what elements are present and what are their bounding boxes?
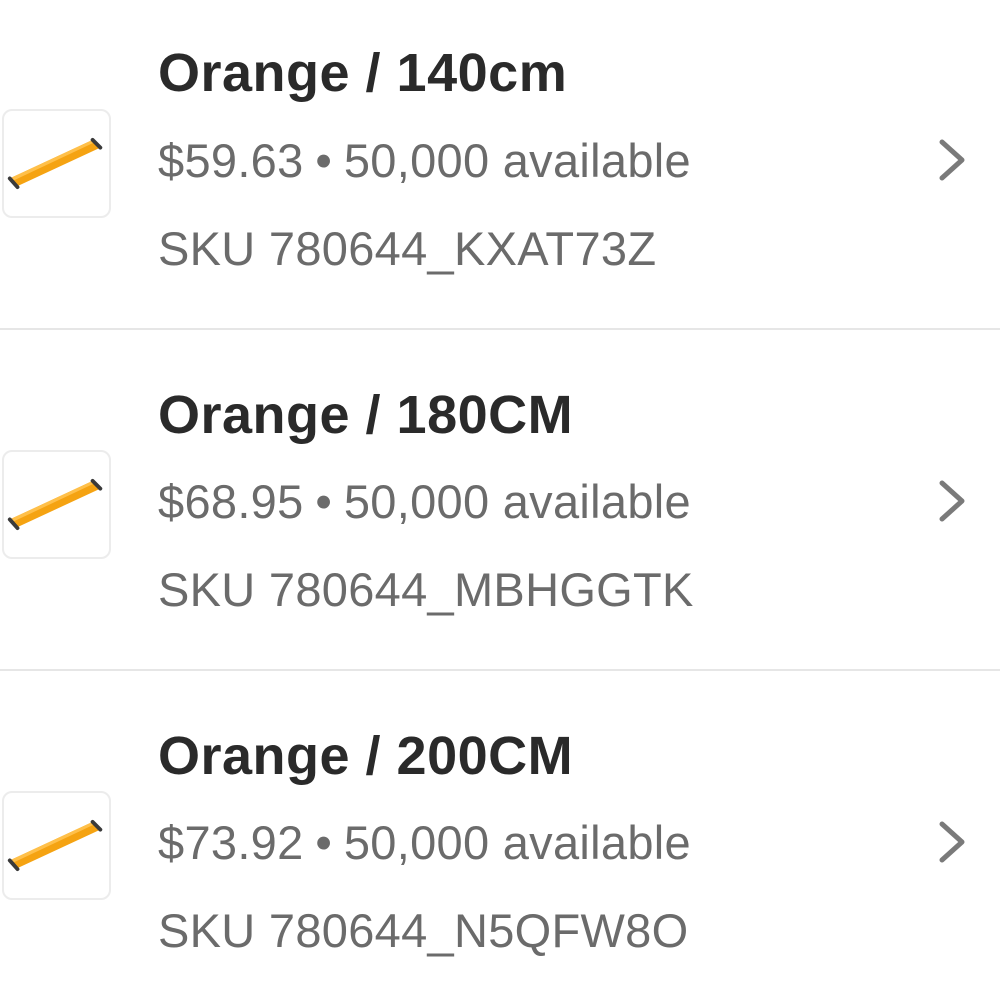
variant-price-availability: $73.92 • 50,000 available [158, 815, 691, 870]
variant-price: $68.95 [158, 475, 304, 528]
chevron-right-icon[interactable] [932, 136, 972, 184]
variant-thumbnail [2, 791, 111, 900]
variant-availability: 50,000 available [343, 816, 691, 869]
separator-dot: • [315, 816, 333, 869]
variant-title: Orange / 180CM [158, 385, 574, 445]
variant-price-availability: $59.63 • 50,000 available [158, 133, 691, 188]
chevron-right-icon[interactable] [932, 477, 972, 525]
variant-row[interactable]: Orange / 200CM $73.92 • 50,000 available S… [0, 671, 1000, 1000]
orange-slide-board-icon [7, 819, 103, 872]
variant-title: Orange / 200CM [158, 726, 574, 786]
variant-thumbnail [2, 450, 111, 559]
variant-title: Orange / 140cm [158, 43, 568, 103]
variant-row[interactable]: Orange / 180CM $68.95 • 50,000 available S… [0, 330, 1000, 671]
variant-availability: 50,000 available [343, 134, 691, 187]
variant-availability: 50,000 available [343, 475, 691, 528]
variant-price: $59.63 [158, 134, 304, 187]
separator-dot: • [315, 475, 333, 528]
variant-price-availability: $68.95 • 50,000 available [158, 474, 691, 529]
variant-list: Orange / 140cm $59.63 • 50,000 available S… [0, 0, 1000, 1000]
orange-slide-board-icon [7, 478, 103, 531]
variant-row[interactable]: Orange / 140cm $59.63 • 50,000 available S… [0, 0, 1000, 341]
variant-sku: SKU 780644_N5QFW8O [158, 904, 689, 957]
chevron-right-icon[interactable] [932, 818, 972, 866]
orange-slide-board-icon [7, 137, 103, 190]
variant-sku: SKU 780644_MBHGGTK [158, 563, 694, 616]
variant-sku: SKU 780644_KXAT73Z [158, 222, 657, 275]
variant-price: $73.92 [158, 816, 304, 869]
separator-dot: • [315, 134, 333, 187]
variant-thumbnail [2, 109, 111, 218]
